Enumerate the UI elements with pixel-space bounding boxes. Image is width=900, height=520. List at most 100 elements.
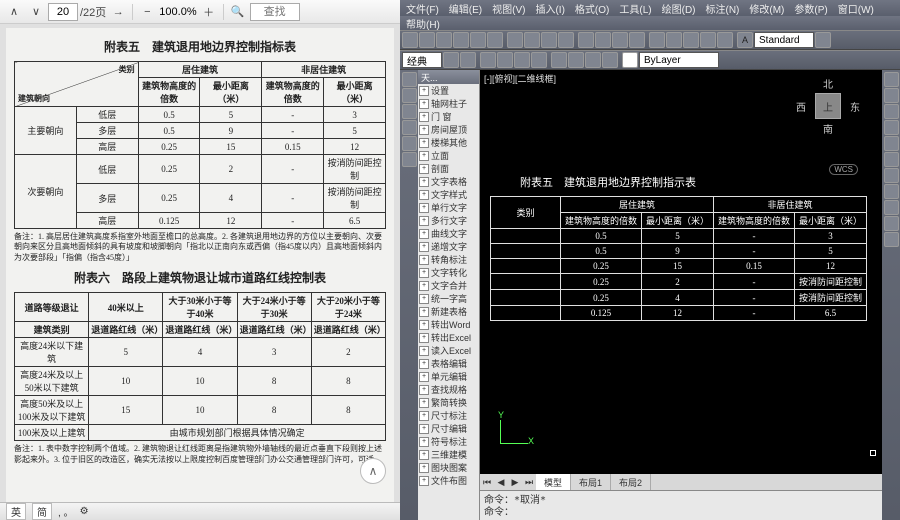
- menu-window[interactable]: 窗口(W): [838, 1, 874, 16]
- menu-dim[interactable]: 标注(N): [706, 1, 740, 16]
- page-number-input[interactable]: [48, 3, 78, 21]
- fwd-button[interactable]: →: [108, 2, 128, 22]
- side-item[interactable]: +查找规格: [418, 383, 479, 396]
- expand-icon[interactable]: +: [419, 151, 429, 161]
- menu-param[interactable]: 参数(P): [794, 1, 827, 16]
- expand-icon[interactable]: +: [419, 333, 429, 343]
- style-more-icon[interactable]: [815, 32, 831, 48]
- designcenter-icon[interactable]: [666, 32, 682, 48]
- sheet-icon[interactable]: [700, 32, 716, 48]
- expand-icon[interactable]: +: [419, 177, 429, 187]
- calc-icon[interactable]: [717, 32, 733, 48]
- tab-last-icon[interactable]: ⏭: [522, 477, 536, 488]
- explode-icon[interactable]: [884, 232, 899, 247]
- side-item[interactable]: +曲线文字: [418, 227, 479, 240]
- viewcube-top[interactable]: 上: [815, 93, 841, 119]
- expand-icon[interactable]: +: [419, 255, 429, 265]
- arc-tool-icon[interactable]: [402, 120, 417, 135]
- dim-icon[interactable]: [497, 52, 513, 68]
- workspace-select[interactable]: 经典: [402, 52, 442, 68]
- open-icon[interactable]: [419, 32, 435, 48]
- side-item[interactable]: +表格编辑: [418, 357, 479, 370]
- expand-icon[interactable]: +: [419, 281, 429, 291]
- trim-icon[interactable]: [884, 184, 899, 199]
- expand-icon[interactable]: +: [419, 164, 429, 174]
- menu-insert[interactable]: 插入(I): [535, 1, 564, 16]
- pdf-page-viewport[interactable]: 附表五 建筑退用地边界控制指标表 类别 建筑朝向 居住建筑 非居住建筑 建筑物高…: [0, 24, 400, 520]
- zoom-in-button[interactable]: ＋: [199, 2, 219, 22]
- side-item[interactable]: +尺寸标注: [418, 409, 479, 422]
- wcs-badge[interactable]: WCS: [829, 164, 858, 175]
- expand-icon[interactable]: +: [419, 294, 429, 304]
- side-item[interactable]: +读入Excel: [418, 344, 479, 357]
- selection-grip[interactable]: [870, 450, 876, 456]
- tab-model[interactable]: 模型: [536, 474, 571, 490]
- side-item[interactable]: +房间屋顶: [418, 123, 479, 136]
- expand-icon[interactable]: +: [419, 346, 429, 356]
- extend-icon[interactable]: [884, 200, 899, 215]
- side-item[interactable]: +多行文字: [418, 214, 479, 227]
- viewcube-east[interactable]: 东: [850, 99, 860, 114]
- ime-lang[interactable]: 英: [6, 503, 26, 520]
- side-panel-header[interactable]: 天...: [418, 70, 479, 84]
- zoom-icon[interactable]: [595, 32, 611, 48]
- viewcube-north[interactable]: 北: [796, 76, 860, 91]
- new-icon[interactable]: [402, 32, 418, 48]
- side-item[interactable]: +楼梯其他: [418, 136, 479, 149]
- side-item[interactable]: +剖面: [418, 162, 479, 175]
- expand-icon[interactable]: +: [419, 372, 429, 382]
- prev-page-button[interactable]: ∧: [4, 2, 24, 22]
- expand-icon[interactable]: +: [419, 86, 429, 96]
- match-icon[interactable]: [558, 32, 574, 48]
- menu-format[interactable]: 格式(O): [575, 1, 609, 16]
- tab-first-icon[interactable]: ⏮: [480, 477, 494, 488]
- side-item[interactable]: +新建表格: [418, 305, 479, 318]
- expand-icon[interactable]: +: [419, 359, 429, 369]
- menu-view[interactable]: 视图(V): [492, 1, 525, 16]
- expand-icon[interactable]: +: [419, 450, 429, 460]
- leader-icon[interactable]: [514, 52, 530, 68]
- expand-icon[interactable]: +: [419, 411, 429, 421]
- view-label[interactable]: [-][俯视][二维线框]: [484, 72, 556, 85]
- paste-icon[interactable]: [541, 32, 557, 48]
- side-item[interactable]: +文件布图: [418, 474, 479, 487]
- print-icon[interactable]: [453, 32, 469, 48]
- side-item[interactable]: +符号标注: [418, 435, 479, 448]
- menu-edit[interactable]: 编辑(E): [449, 1, 482, 16]
- offset-icon[interactable]: [884, 120, 899, 135]
- side-item[interactable]: +三维建模: [418, 448, 479, 461]
- toolpalette-icon[interactable]: [683, 32, 699, 48]
- side-item[interactable]: +立面: [418, 149, 479, 162]
- zoom-prev-icon[interactable]: [629, 32, 645, 48]
- menu-tools[interactable]: 工具(L): [619, 1, 651, 16]
- side-item[interactable]: +单行文字: [418, 201, 479, 214]
- mirror-icon[interactable]: [884, 104, 899, 119]
- circle-tool-icon[interactable]: [402, 104, 417, 119]
- rotate-icon[interactable]: [884, 152, 899, 167]
- expand-icon[interactable]: +: [419, 138, 429, 148]
- layer-state-icon[interactable]: [460, 52, 476, 68]
- polygon-tool-icon[interactable]: [402, 152, 417, 167]
- viewcube-south[interactable]: 南: [796, 121, 860, 136]
- menu-help[interactable]: 帮助(H): [406, 16, 440, 31]
- cut-icon[interactable]: [507, 32, 523, 48]
- table-icon[interactable]: [531, 52, 547, 68]
- copy-tool-icon[interactable]: [884, 88, 899, 103]
- viewcube[interactable]: 北 西 上 东 南: [796, 76, 860, 136]
- move-tool-icon[interactable]: [884, 136, 899, 151]
- menu-file[interactable]: 文件(F): [406, 1, 439, 16]
- cad-table[interactable]: 类别 居住建筑 非居住建筑 建筑物高度的倍数最小距离（米） 建筑物高度的倍数最小…: [490, 196, 867, 321]
- text-a-icon[interactable]: A: [737, 32, 753, 48]
- menu-modify[interactable]: 修改(M): [749, 1, 784, 16]
- next-page-button[interactable]: ∨: [26, 2, 46, 22]
- command-line[interactable]: 命令：*取消* 命令：: [480, 490, 882, 520]
- undo-icon[interactable]: [470, 32, 486, 48]
- command-prompt[interactable]: 命令：: [484, 507, 878, 519]
- expand-icon[interactable]: +: [419, 424, 429, 434]
- tab-layout1[interactable]: 布局1: [571, 474, 611, 490]
- side-item[interactable]: +文字转化: [418, 266, 479, 279]
- side-item[interactable]: +门 窗: [418, 110, 479, 123]
- side-item[interactable]: +轴网柱子: [418, 97, 479, 110]
- ime-settings-icon[interactable]: ⚙: [80, 506, 89, 517]
- copy-icon[interactable]: [524, 32, 540, 48]
